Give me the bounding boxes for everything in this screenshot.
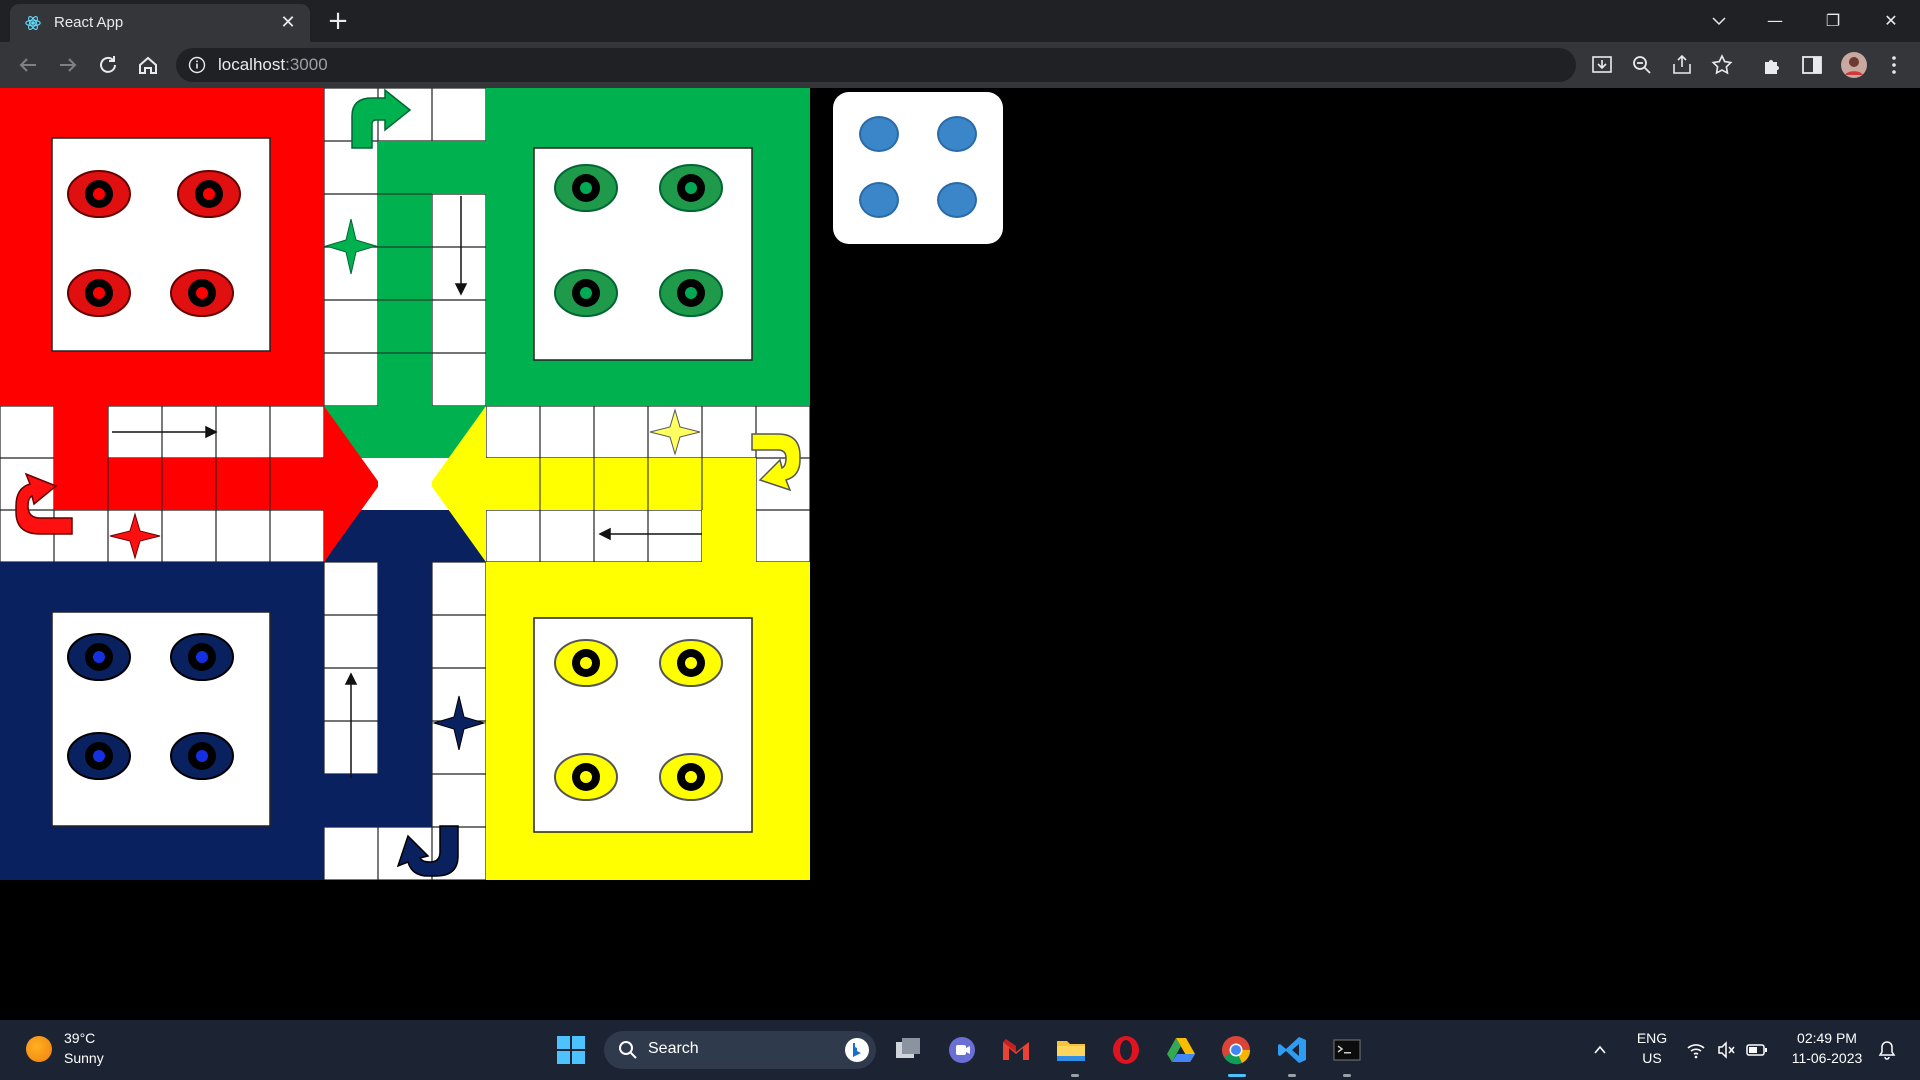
side-panel-icon[interactable] xyxy=(1800,53,1824,77)
wifi-icon[interactable] xyxy=(1686,1040,1706,1060)
vscode-icon[interactable] xyxy=(1276,1034,1308,1066)
blue-entry-arrow-icon xyxy=(396,825,459,877)
chrome-active-indicator xyxy=(1228,1074,1246,1077)
notification-bell-icon[interactable] xyxy=(1876,1039,1898,1061)
sun-weather-icon[interactable] xyxy=(26,1036,52,1062)
blue-star-icon xyxy=(432,695,486,751)
tab-bar: React App ✕ + — ❐ ✕ xyxy=(0,0,1920,42)
taskbar-search[interactable]: Search xyxy=(604,1031,876,1069)
ludo-board[interactable] xyxy=(0,88,810,880)
yellow-star-icon xyxy=(649,408,701,456)
blue-token[interactable] xyxy=(67,633,131,681)
yellow-token[interactable] xyxy=(554,753,618,801)
red-home-lane xyxy=(54,406,324,510)
chrome-icon[interactable] xyxy=(1220,1034,1252,1066)
yellow-token[interactable] xyxy=(554,639,618,687)
dice-pip xyxy=(937,182,977,218)
green-token[interactable] xyxy=(659,164,723,212)
yellow-yard xyxy=(486,562,810,880)
page-viewport xyxy=(0,88,1920,1020)
windows-start-icon[interactable] xyxy=(555,1034,587,1066)
dice-pip xyxy=(859,116,899,152)
browser-menu-icon[interactable] xyxy=(1882,53,1906,77)
close-window-button[interactable]: ✕ xyxy=(1868,6,1914,36)
language-indicator[interactable]: ENG xyxy=(1632,1030,1672,1046)
green-star-icon xyxy=(324,218,378,275)
tab-title: React App xyxy=(54,14,124,31)
forward-arrow-icon[interactable] xyxy=(54,51,82,79)
green-entry-arrow-icon xyxy=(351,88,412,149)
center-finish xyxy=(324,406,486,562)
red-token[interactable] xyxy=(170,269,234,317)
yellow-home-lane xyxy=(486,458,756,562)
blue-token[interactable] xyxy=(170,633,234,681)
site-info-icon[interactable] xyxy=(188,56,206,74)
react-logo-icon xyxy=(25,16,41,30)
red-token[interactable] xyxy=(67,269,131,317)
red-star-icon xyxy=(109,512,161,560)
file-explorer-icon[interactable] xyxy=(1055,1034,1087,1066)
show-hidden-icons-chevron-icon[interactable] xyxy=(1592,1042,1608,1058)
browser-toolbar: localhost:3000 xyxy=(0,42,1920,88)
search-icon xyxy=(619,1041,637,1059)
file-explorer-indicator xyxy=(1071,1074,1079,1077)
home-icon[interactable] xyxy=(134,51,162,79)
opera-icon[interactable] xyxy=(1110,1034,1142,1066)
green-yard xyxy=(486,88,810,406)
gmail-icon[interactable] xyxy=(1000,1034,1032,1066)
teams-chat-icon[interactable] xyxy=(946,1034,978,1066)
back-arrow-icon[interactable] xyxy=(14,51,42,79)
yellow-token[interactable] xyxy=(659,753,723,801)
share-icon[interactable] xyxy=(1670,53,1694,77)
url-text: localhost:3000 xyxy=(218,55,328,75)
blue-token[interactable] xyxy=(67,732,131,780)
yellow-token[interactable] xyxy=(659,639,723,687)
new-tab-button[interactable]: + xyxy=(324,8,352,36)
green-token[interactable] xyxy=(554,269,618,317)
blue-token[interactable] xyxy=(170,732,234,780)
tab-search-chevron-icon[interactable] xyxy=(1696,6,1742,36)
tab-react-app[interactable]: React App ✕ xyxy=(10,4,310,42)
search-label: Search xyxy=(648,1040,699,1057)
url-port: :3000 xyxy=(285,55,328,74)
url-host: localhost xyxy=(218,55,286,74)
tab-close-icon[interactable]: ✕ xyxy=(278,13,298,33)
battery-icon[interactable] xyxy=(1746,1040,1768,1060)
volume-muted-icon[interactable] xyxy=(1716,1040,1736,1060)
weather-description[interactable]: Sunny xyxy=(64,1050,104,1066)
address-bar[interactable]: localhost:3000 xyxy=(176,48,1576,82)
terminal-indicator xyxy=(1343,1074,1351,1077)
green-home-lane xyxy=(378,141,486,406)
region-indicator[interactable]: US xyxy=(1632,1050,1672,1066)
windows-taskbar: 39°C Sunny Search ENG US 02:49 PM 11-06-… xyxy=(0,1020,1920,1080)
bing-icon[interactable] xyxy=(844,1037,870,1063)
minimize-button[interactable]: — xyxy=(1752,6,1798,36)
install-app-icon[interactable] xyxy=(1590,53,1614,77)
clock-date[interactable]: 11-06-2023 xyxy=(1782,1050,1872,1066)
vscode-indicator xyxy=(1288,1074,1296,1077)
restore-button[interactable]: ❐ xyxy=(1810,6,1856,36)
dice-pip xyxy=(859,182,899,218)
google-drive-icon[interactable] xyxy=(1165,1034,1197,1066)
clock-time[interactable]: 02:49 PM xyxy=(1782,1030,1872,1046)
task-view-icon[interactable] xyxy=(892,1034,924,1066)
extensions-puzzle-icon[interactable] xyxy=(1760,53,1784,77)
reload-icon[interactable] xyxy=(94,51,122,79)
terminal-icon[interactable] xyxy=(1331,1034,1363,1066)
red-yard xyxy=(0,88,324,406)
bookmark-star-icon[interactable] xyxy=(1710,53,1734,77)
blue-home-lane xyxy=(324,562,432,827)
blue-yard xyxy=(0,562,324,880)
profile-avatar[interactable] xyxy=(1840,51,1868,79)
dice-pip xyxy=(937,116,977,152)
red-token[interactable] xyxy=(67,170,131,218)
weather-temperature[interactable]: 39°C xyxy=(64,1030,95,1046)
red-token[interactable] xyxy=(177,170,241,218)
green-token[interactable] xyxy=(659,269,723,317)
zoom-icon[interactable] xyxy=(1630,53,1654,77)
yellow-entry-arrow-icon xyxy=(751,433,801,492)
dice[interactable] xyxy=(833,92,1003,244)
green-token[interactable] xyxy=(554,164,618,212)
